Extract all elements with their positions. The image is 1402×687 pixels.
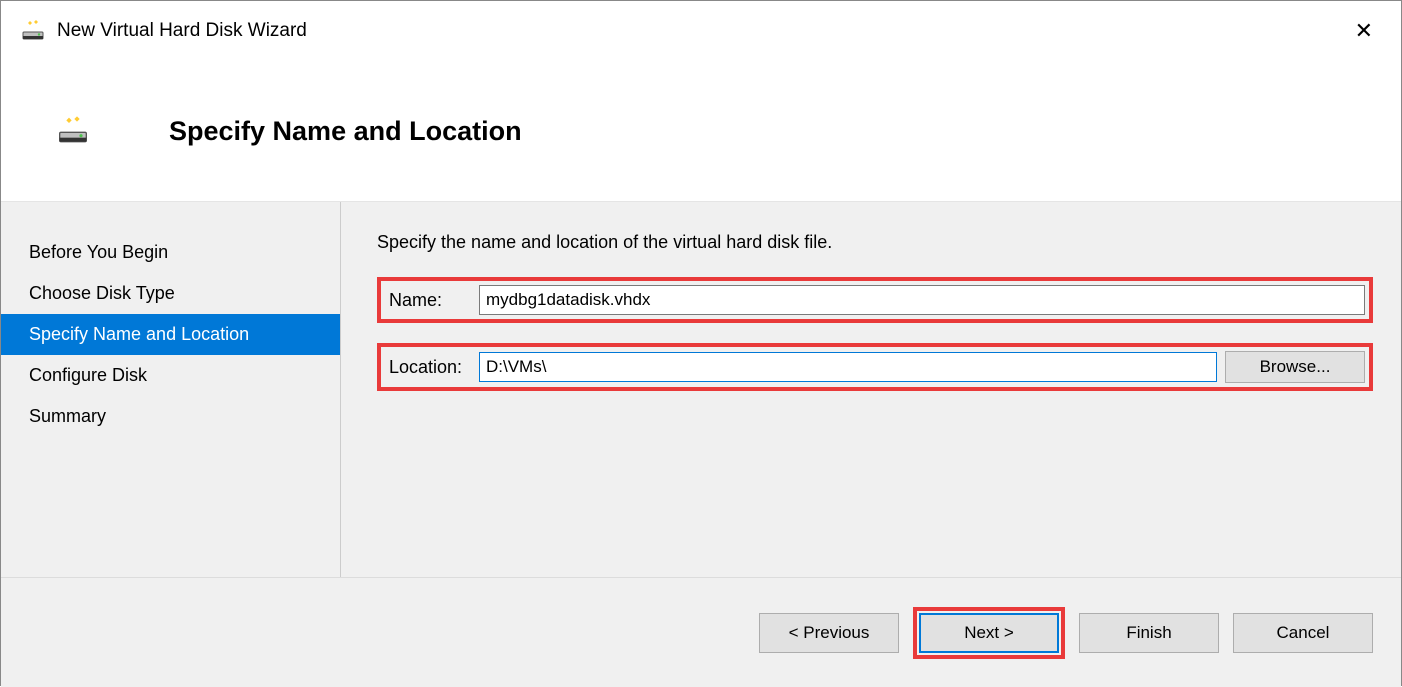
close-button[interactable]: ✕: [1347, 14, 1381, 48]
previous-button[interactable]: < Previous: [759, 613, 899, 653]
name-input[interactable]: [479, 285, 1365, 315]
nav-item-specify-name-and-location[interactable]: Specify Name and Location: [1, 314, 340, 355]
nav-item-choose-disk-type[interactable]: Choose Disk Type: [1, 273, 340, 314]
title-bar: New Virtual Hard Disk Wizard ✕: [1, 1, 1401, 61]
window-title: New Virtual Hard Disk Wizard: [57, 20, 1347, 42]
content-panel: Specify the name and location of the vir…: [341, 202, 1401, 577]
wizard-nav: Before You Begin Choose Disk Type Specif…: [1, 202, 341, 577]
nav-item-before-you-begin[interactable]: Before You Begin: [1, 232, 340, 273]
page-title: Specify Name and Location: [169, 116, 522, 147]
cancel-button[interactable]: Cancel: [1233, 613, 1373, 653]
browse-button[interactable]: Browse...: [1225, 351, 1365, 383]
next-button[interactable]: Next >: [919, 613, 1059, 653]
header-band: Specify Name and Location: [1, 61, 1401, 201]
location-input[interactable]: [479, 352, 1217, 382]
next-button-highlight: Next >: [913, 607, 1065, 659]
name-label: Name:: [385, 290, 479, 311]
instruction-text: Specify the name and location of the vir…: [377, 232, 1373, 253]
disk-wizard-icon: [21, 19, 45, 43]
nav-item-summary[interactable]: Summary: [1, 396, 340, 437]
disk-wizard-large-icon: [57, 115, 89, 147]
wizard-footer: < Previous Next > Finish Cancel: [1, 577, 1401, 687]
nav-item-configure-disk[interactable]: Configure Disk: [1, 355, 340, 396]
finish-button[interactable]: Finish: [1079, 613, 1219, 653]
name-field-row: Name:: [377, 277, 1373, 323]
location-field-row: Location: Browse...: [377, 343, 1373, 391]
location-label: Location:: [385, 357, 479, 378]
wizard-body: Before You Begin Choose Disk Type Specif…: [1, 201, 1401, 577]
